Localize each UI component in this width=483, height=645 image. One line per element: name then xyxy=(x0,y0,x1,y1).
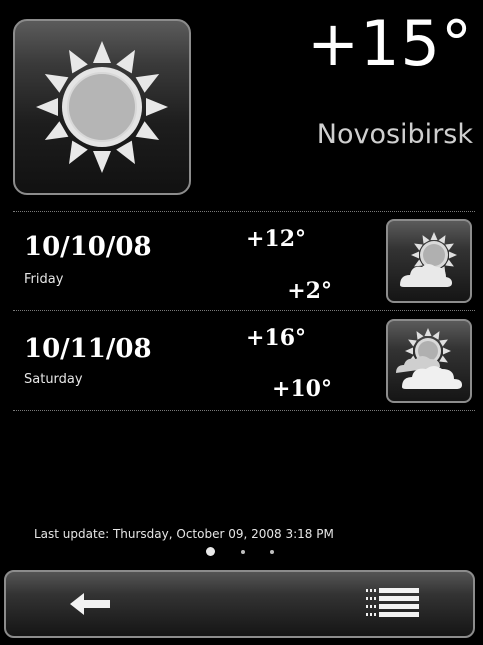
forecast-day: Friday xyxy=(24,272,64,287)
forecast-item-friday[interactable] xyxy=(386,219,472,303)
menu-button[interactable] xyxy=(241,572,473,636)
forecast-high: +16° xyxy=(246,325,307,351)
forecast-date: 10/11/08 xyxy=(24,334,152,364)
page-dot[interactable] xyxy=(270,550,274,554)
forecast-low: +10° xyxy=(271,376,332,402)
forecast-high: +12° xyxy=(246,226,307,252)
forecast-date: 10/10/08 xyxy=(24,232,152,262)
current-temperature: +15° xyxy=(307,7,473,80)
page-dot-active[interactable] xyxy=(206,547,215,556)
forecast-day: Saturday xyxy=(24,372,83,387)
mostly-cloudy-icon xyxy=(396,328,462,389)
partly-cloudy-icon xyxy=(400,232,457,287)
current-weather-tile[interactable] xyxy=(13,19,191,195)
last-update-text: Last update: Thursday, October 09, 2008 … xyxy=(34,527,334,541)
bottom-toolbar xyxy=(4,570,475,638)
forecast-item-saturday[interactable] xyxy=(386,319,472,403)
sun-icon xyxy=(36,41,168,173)
forecast-low: +2° xyxy=(287,278,332,304)
back-arrow-icon xyxy=(70,593,110,615)
divider xyxy=(13,310,475,311)
divider xyxy=(13,410,475,411)
menu-list-icon xyxy=(366,588,419,617)
page-dot[interactable] xyxy=(241,550,245,554)
city-name: Novosibirsk xyxy=(316,119,473,150)
back-button[interactable] xyxy=(6,572,236,636)
page-indicator xyxy=(0,545,483,559)
divider xyxy=(13,211,475,212)
